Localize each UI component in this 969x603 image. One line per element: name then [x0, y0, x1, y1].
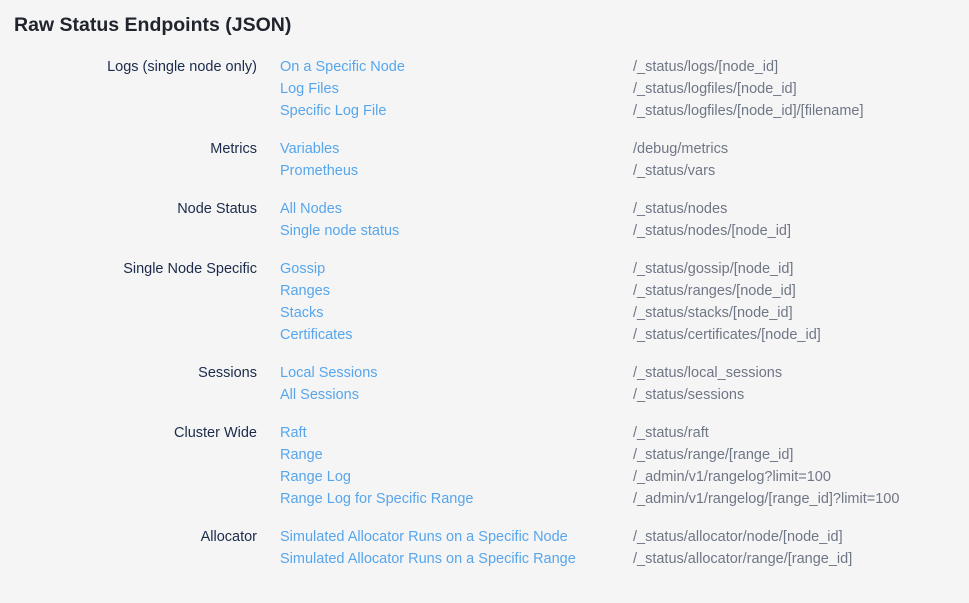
section-allocator: Allocator Simulated Allocator Runs on a … — [14, 526, 955, 570]
endpoint-path: /_status/local_sessions — [633, 362, 955, 384]
endpoint-link[interactable]: Range Log — [280, 466, 610, 488]
section-label: Single Node Specific — [14, 258, 257, 346]
endpoint-link[interactable]: Stacks — [280, 302, 610, 324]
endpoint-link[interactable]: Simulated Allocator Runs on a Specific N… — [280, 526, 610, 548]
endpoint-path: /_status/certificates/[node_id] — [633, 324, 955, 346]
endpoint-path: /_status/nodes — [633, 198, 955, 220]
endpoint-path: /_status/logfiles/[node_id]/[filename] — [633, 100, 955, 122]
endpoint-path: /debug/metrics — [633, 138, 955, 160]
section-paths: /_status/gossip/[node_id] /_status/range… — [633, 258, 955, 346]
endpoint-link[interactable]: Local Sessions — [280, 362, 610, 384]
section-single-node-specific: Single Node Specific Gossip Ranges Stack… — [14, 258, 955, 346]
section-links: Variables Prometheus — [280, 138, 610, 182]
endpoint-path: /_status/raft — [633, 422, 955, 444]
section-links: On a Specific Node Log Files Specific Lo… — [280, 56, 610, 122]
endpoint-path: /_admin/v1/rangelog/[range_id]?limit=100 — [633, 488, 955, 510]
endpoint-link[interactable]: Range Log for Specific Range — [280, 488, 610, 510]
endpoint-link[interactable]: Variables — [280, 138, 610, 160]
endpoint-path: /_status/sessions — [633, 384, 955, 406]
endpoint-link[interactable]: All Sessions — [280, 384, 610, 406]
section-links: Simulated Allocator Runs on a Specific N… — [280, 526, 610, 570]
endpoint-link[interactable]: Single node status — [280, 220, 610, 242]
endpoint-path: /_status/stacks/[node_id] — [633, 302, 955, 324]
section-label: Node Status — [14, 198, 257, 242]
section-paths: /_status/allocator/node/[node_id] /_stat… — [633, 526, 955, 570]
section-node-status: Node Status All Nodes Single node status… — [14, 198, 955, 242]
section-sessions: Sessions Local Sessions All Sessions /_s… — [14, 362, 955, 406]
endpoint-link[interactable]: Certificates — [280, 324, 610, 346]
endpoint-link[interactable]: Log Files — [280, 78, 610, 100]
section-links: Local Sessions All Sessions — [280, 362, 610, 406]
section-paths: /_status/raft /_status/range/[range_id] … — [633, 422, 955, 510]
section-metrics: Metrics Variables Prometheus /debug/metr… — [14, 138, 955, 182]
endpoint-path: /_admin/v1/rangelog?limit=100 — [633, 466, 955, 488]
endpoint-link[interactable]: Ranges — [280, 280, 610, 302]
endpoint-path: /_status/allocator/range/[range_id] — [633, 548, 955, 570]
endpoint-path: /_status/ranges/[node_id] — [633, 280, 955, 302]
section-links: Gossip Ranges Stacks Certificates — [280, 258, 610, 346]
endpoint-link[interactable]: Gossip — [280, 258, 610, 280]
debug-endpoints-page: Raw Status Endpoints (JSON) Logs (single… — [0, 0, 969, 570]
endpoint-path: /_status/logfiles/[node_id] — [633, 78, 955, 100]
endpoint-link[interactable]: Specific Log File — [280, 100, 610, 122]
section-label: Cluster Wide — [14, 422, 257, 510]
section-paths: /_status/local_sessions /_status/session… — [633, 362, 955, 406]
section-label: Metrics — [14, 138, 257, 182]
endpoint-path: /_status/nodes/[node_id] — [633, 220, 955, 242]
endpoint-path: /_status/logs/[node_id] — [633, 56, 955, 78]
endpoint-path: /_status/allocator/node/[node_id] — [633, 526, 955, 548]
endpoint-table: Logs (single node only) On a Specific No… — [14, 56, 955, 570]
endpoint-link[interactable]: On a Specific Node — [280, 56, 610, 78]
section-paths: /_status/nodes /_status/nodes/[node_id] — [633, 198, 955, 242]
endpoint-path: /_status/gossip/[node_id] — [633, 258, 955, 280]
section-cluster-wide: Cluster Wide Raft Range Range Log Range … — [14, 422, 955, 510]
endpoint-link[interactable]: Prometheus — [280, 160, 610, 182]
section-paths: /_status/logs/[node_id] /_status/logfile… — [633, 56, 955, 122]
endpoint-link[interactable]: All Nodes — [280, 198, 610, 220]
section-label: Sessions — [14, 362, 257, 406]
section-label: Logs (single node only) — [14, 56, 257, 122]
section-links: Raft Range Range Log Range Log for Speci… — [280, 422, 610, 510]
page-title: Raw Status Endpoints (JSON) — [14, 12, 955, 38]
endpoint-path: /_status/vars — [633, 160, 955, 182]
section-links: All Nodes Single node status — [280, 198, 610, 242]
section-label: Allocator — [14, 526, 257, 570]
endpoint-link[interactable]: Range — [280, 444, 610, 466]
section-paths: /debug/metrics /_status/vars — [633, 138, 955, 182]
endpoint-path: /_status/range/[range_id] — [633, 444, 955, 466]
endpoint-link[interactable]: Raft — [280, 422, 610, 444]
endpoint-link[interactable]: Simulated Allocator Runs on a Specific R… — [280, 548, 610, 570]
section-logs: Logs (single node only) On a Specific No… — [14, 56, 955, 122]
